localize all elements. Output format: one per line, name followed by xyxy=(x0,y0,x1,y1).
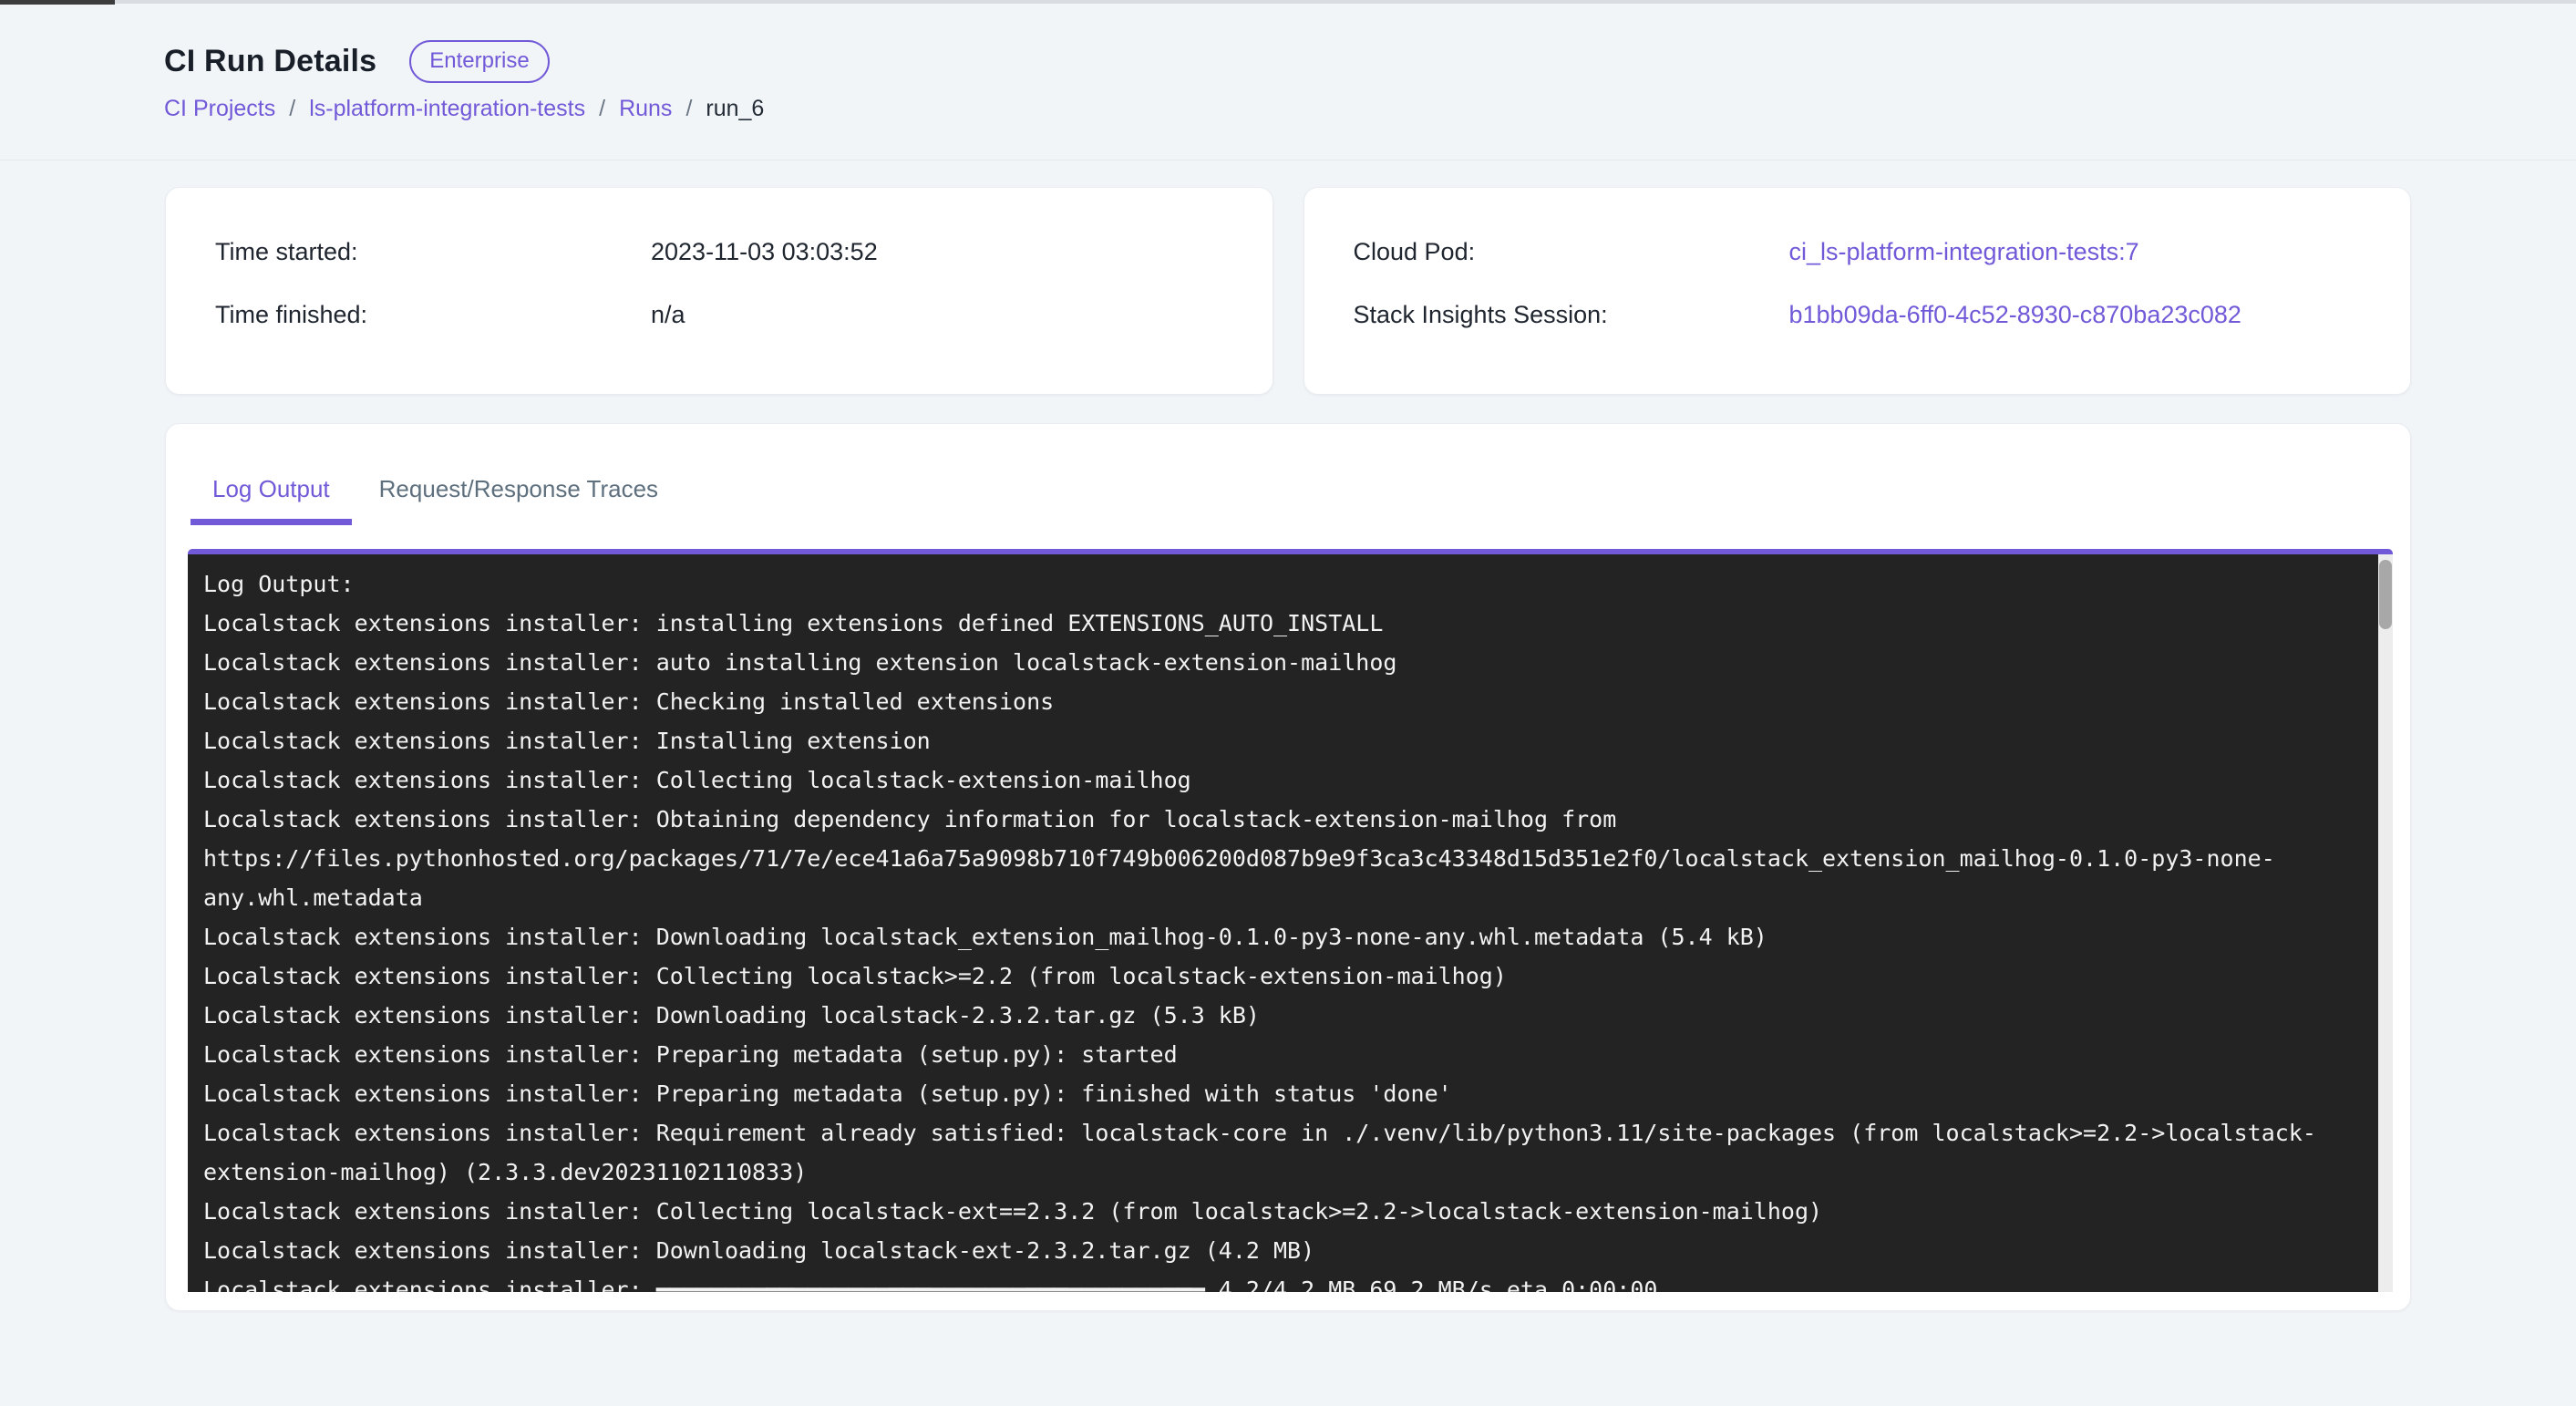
main-content: Time started: 2023-11-03 03:03:52 Time f… xyxy=(0,160,2576,1311)
log-line: Localstack extensions installer: Checkin… xyxy=(203,682,2320,721)
time-finished-value: n/a xyxy=(651,296,685,333)
tab-request-response-traces[interactable]: Request/Response Traces xyxy=(357,466,680,525)
log-line: any.whl.metadata xyxy=(203,878,2320,917)
page-header: CI Run Details Enterprise CI Projects / … xyxy=(0,0,2576,160)
log-line: Localstack extensions installer: ━━━━━━━… xyxy=(203,1270,2320,1292)
breadcrumb-link-ci-projects[interactable]: CI Projects xyxy=(164,96,275,122)
tab-log-output[interactable]: Log Output xyxy=(191,466,352,525)
breadcrumb-link-runs[interactable]: Runs xyxy=(619,96,672,122)
breadcrumb: CI Projects / ls-platform-integration-te… xyxy=(164,96,2412,122)
log-line: Localstack extensions installer: Install… xyxy=(203,721,2320,760)
breadcrumb-link-project[interactable]: ls-platform-integration-tests xyxy=(309,96,585,122)
terminal-scrollbar-thumb[interactable] xyxy=(2379,560,2392,629)
log-line: Localstack extensions installer: Downloa… xyxy=(203,917,2320,956)
terminal-log: Log Output:Localstack extensions install… xyxy=(188,554,2393,1292)
breadcrumb-separator: / xyxy=(685,96,692,122)
log-line: Localstack extensions installer: Downloa… xyxy=(203,1231,2320,1270)
log-line: Localstack extensions installer: Collect… xyxy=(203,956,2320,996)
cloud-pod-link[interactable]: ci_ls-platform-integration-tests:7 xyxy=(1789,238,2139,265)
run-times-card: Time started: 2023-11-03 03:03:52 Time f… xyxy=(165,187,1273,395)
log-line: Log Output: xyxy=(203,564,2320,604)
log-line: Localstack extensions installer: auto in… xyxy=(203,643,2320,682)
time-started-row: Time started: 2023-11-03 03:03:52 xyxy=(215,233,1273,270)
log-line: Localstack extensions installer: Downloa… xyxy=(203,996,2320,1035)
log-terminal[interactable]: Log Output:Localstack extensions install… xyxy=(188,549,2393,1292)
log-line: extension-mailhog) (2.3.3.dev20231102110… xyxy=(203,1153,2320,1192)
time-started-value: 2023-11-03 03:03:52 xyxy=(651,233,878,270)
breadcrumb-current: run_6 xyxy=(706,96,764,122)
time-finished-row: Time finished: n/a xyxy=(215,296,1273,333)
log-card: Log Output Request/Response Traces Log O… xyxy=(165,423,2411,1311)
stack-insights-session-link[interactable]: b1bb09da-6ff0-4c52-8930-c870ba23c082 xyxy=(1789,301,2241,328)
log-line: Localstack extensions installer: install… xyxy=(203,604,2320,643)
cloud-pod-label: Cloud Pod: xyxy=(1354,233,1789,270)
time-started-label: Time started: xyxy=(215,233,651,270)
enterprise-badge: Enterprise xyxy=(409,40,549,83)
log-line: Localstack extensions installer: Prepari… xyxy=(203,1035,2320,1074)
time-finished-label: Time finished: xyxy=(215,296,651,333)
log-line: Localstack extensions installer: Collect… xyxy=(203,1192,2320,1231)
session-card: Cloud Pod: ci_ls-platform-integration-te… xyxy=(1303,187,2412,395)
cloud-pod-row: Cloud Pod: ci_ls-platform-integration-te… xyxy=(1354,233,2411,270)
tab-bar: Log Output Request/Response Traces xyxy=(191,466,2410,525)
page-title: CI Run Details xyxy=(164,44,376,79)
breadcrumb-separator: / xyxy=(599,96,605,122)
stack-insights-label: Stack Insights Session: xyxy=(1354,296,1789,333)
terminal-scrollbar[interactable] xyxy=(2378,554,2393,1292)
log-line: Localstack extensions installer: Collect… xyxy=(203,760,2320,800)
log-line: Localstack extensions installer: Obtaini… xyxy=(203,800,2320,839)
log-line: Localstack extensions installer: Prepari… xyxy=(203,1074,2320,1113)
window-top-strip xyxy=(0,0,2576,4)
log-line: https://files.pythonhosted.org/packages/… xyxy=(203,839,2320,878)
breadcrumb-separator: / xyxy=(289,96,295,122)
stack-insights-row: Stack Insights Session: b1bb09da-6ff0-4c… xyxy=(1354,296,2411,333)
log-line: Localstack extensions installer: Require… xyxy=(203,1113,2320,1153)
window-top-strip-dark xyxy=(0,0,115,5)
